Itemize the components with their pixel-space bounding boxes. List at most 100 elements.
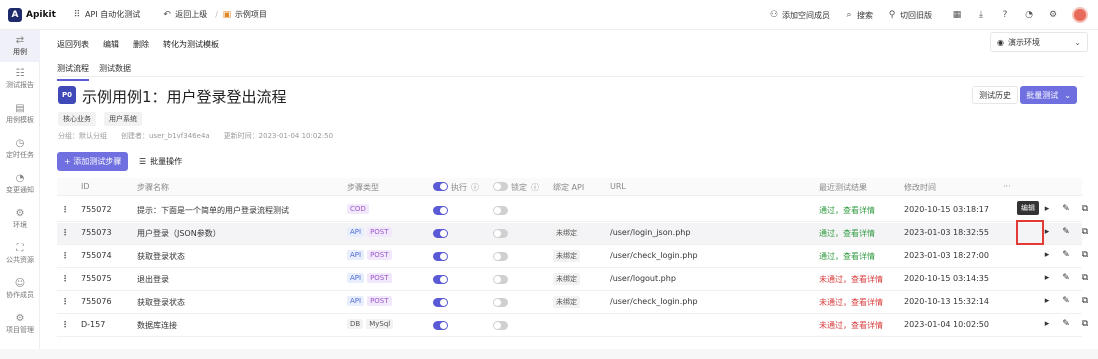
apikit-logo-icon: A xyxy=(8,7,22,22)
sidebar-item-members[interactable]: ☺ 协作成员 xyxy=(0,278,40,300)
back-button[interactable]: ↶ 返回上级 xyxy=(162,9,207,20)
tab-test-flow[interactable]: 测试流程 xyxy=(57,63,89,81)
chevron-down-icon: ⌄ xyxy=(1074,37,1081,47)
test-result-link[interactable]: 通过，查看详情 xyxy=(819,251,875,262)
drag-handle-icon[interactable]: ⋮ xyxy=(61,320,69,329)
back-to-list-button[interactable]: 返回列表 xyxy=(57,37,89,52)
test-result-link[interactable]: 通过，查看详情 xyxy=(819,205,875,216)
table-row[interactable]: ⋮ 755074 获取登录状态 API POST 未绑定 /user/check_… xyxy=(57,246,1088,268)
sidebar-item-resources[interactable]: ⛶ 公共资源 xyxy=(0,243,40,265)
execute-toggle[interactable] xyxy=(433,298,448,307)
method-badge: POST xyxy=(367,296,392,306)
run-icon[interactable]: ▸ xyxy=(1042,204,1052,214)
bind-badge: 未绑定 xyxy=(553,296,580,308)
edit-icon[interactable]: ✎ xyxy=(1061,273,1071,283)
type-badge: DB xyxy=(347,319,364,329)
test-result-link[interactable]: 未通过，查看详情 xyxy=(819,274,883,285)
table-row[interactable]: ⋮ D-157 数据库连接 DB MySql 未通过，查看详情 2023-01-0… xyxy=(57,315,1088,337)
copy-icon[interactable]: ⧉ xyxy=(1080,250,1090,260)
copy-icon[interactable]: ⧉ xyxy=(1080,227,1090,237)
help-icon[interactable]: ? xyxy=(1000,10,1010,20)
tab-test-data[interactable]: 测试数据 xyxy=(99,63,131,81)
search-button[interactable]: ⌕ 搜索 xyxy=(844,10,873,21)
drag-handle-icon[interactable]: ⋮ xyxy=(61,297,69,306)
execute-toggle[interactable] xyxy=(433,229,448,238)
sidebar-item-templates[interactable]: ▤ 用例模板 xyxy=(0,103,40,125)
edit-icon[interactable]: ✎ xyxy=(1061,250,1071,260)
copy-icon[interactable]: ⧉ xyxy=(1080,204,1090,214)
sidebar-item-reports[interactable]: ☷ 测试报告 xyxy=(0,68,40,90)
lock-toggle[interactable] xyxy=(493,206,508,215)
main-content: 返回列表 编辑 删除 转化为测试模板 ◉ 演示环境 ⌄ 测试流程 测试数据 P0… xyxy=(41,30,1098,359)
delete-case-button[interactable]: 删除 xyxy=(133,37,149,52)
project-switcher[interactable]: ⠿ API 自动化测试 xyxy=(72,9,141,20)
execute-toggle[interactable] xyxy=(433,321,448,330)
timer-icon: ◷ xyxy=(15,138,25,149)
edit-case-button[interactable]: 编辑 xyxy=(103,37,119,52)
batch-operation-button[interactable]: ☰ 批量操作 xyxy=(139,152,182,171)
run-icon[interactable]: ▸ xyxy=(1042,273,1052,283)
drag-handle-icon[interactable]: ⋮ xyxy=(61,274,69,283)
sidebar-item-notifications[interactable]: ◔ 变更通知 xyxy=(0,173,40,195)
sidebar-item-environment[interactable]: ⚙ 环境 xyxy=(0,208,40,230)
lock-toggle[interactable] xyxy=(493,229,508,238)
add-member-button[interactable]: ⚇ 添加空间成员 xyxy=(769,10,830,21)
step-url: /user/login_json.php xyxy=(610,228,691,237)
gear-icon[interactable]: ⚙ xyxy=(1048,10,1058,20)
edit-icon[interactable]: ✎ xyxy=(1061,296,1071,306)
execute-toggle[interactable] xyxy=(433,252,448,261)
edit-icon[interactable]: ✎ xyxy=(1061,227,1071,237)
copy-icon[interactable]: ⧉ xyxy=(1080,273,1090,283)
run-icon[interactable]: ▸ xyxy=(1042,296,1052,306)
batch-test-button[interactable]: 批量测试 ⌄ xyxy=(1020,86,1077,104)
copy-icon[interactable]: ⧉ xyxy=(1080,319,1090,329)
run-icon[interactable]: ▸ xyxy=(1042,250,1052,260)
copy-icon[interactable]: ⧉ xyxy=(1080,296,1090,306)
run-icon[interactable]: ▸ xyxy=(1042,319,1052,329)
table-row[interactable]: ⋮ 755073 用户登录（JSON参数） API POST 未绑定 /user/… xyxy=(57,223,1088,245)
lock-toggle[interactable] xyxy=(493,275,508,284)
edit-icon[interactable]: ✎ xyxy=(1061,319,1071,329)
lock-all-toggle[interactable] xyxy=(493,182,508,191)
step-name: 用户登录（JSON参数） xyxy=(137,229,221,238)
exec-all-toggle[interactable] xyxy=(433,182,448,191)
step-id: 755072 xyxy=(81,205,112,214)
breadcrumb-project[interactable]: ▣ 示例项目 xyxy=(222,9,267,20)
old-version-button[interactable]: ⚲ 切回旧版 xyxy=(887,10,932,21)
table-row[interactable]: ⋮ 755072 提示：下面是一个简单的用户登录流程测试 COD 通过，查看详情… xyxy=(57,200,1088,222)
sidebar-item-cases[interactable]: ⇄ 用例 xyxy=(0,30,40,62)
tag: 用户系统 xyxy=(104,112,142,126)
calendar-icon[interactable]: ▦ xyxy=(952,10,962,20)
add-step-button[interactable]: + 添加测试步骤 xyxy=(57,152,129,171)
lock-toggle[interactable] xyxy=(493,252,508,261)
table-row[interactable]: ⋮ 755075 退出登录 API POST 未绑定 /user/logout.p… xyxy=(57,269,1088,291)
step-type: COD xyxy=(347,204,372,214)
edit-icon[interactable]: ✎ xyxy=(1061,204,1071,214)
sidebar-item-project-management[interactable]: ⚙ 项目管理 xyxy=(0,313,40,335)
drag-handle-icon[interactable]: ⋮ xyxy=(61,251,69,260)
convert-template-button[interactable]: 转化为测试模板 xyxy=(163,37,219,52)
test-result-link[interactable]: 未通过，查看详情 xyxy=(819,320,883,331)
test-history-button[interactable]: 测试历史 xyxy=(972,86,1018,104)
drag-handle-icon[interactable]: ⋮ xyxy=(61,205,69,214)
top-bar: A Apikit ⠿ API 自动化测试 ↶ 返回上级 / ▣ 示例项目 ⚇ 添… xyxy=(0,0,1098,30)
drag-handle-icon[interactable]: ⋮ xyxy=(61,228,69,237)
execute-toggle[interactable] xyxy=(433,275,448,284)
table-row[interactable]: ⋮ 755076 获取登录状态 API POST 未绑定 /user/check_… xyxy=(57,292,1088,314)
avatar[interactable] xyxy=(1072,7,1088,23)
lock-toggle[interactable] xyxy=(493,321,508,330)
test-result-link[interactable]: 未通过，查看详情 xyxy=(819,297,883,308)
notification-icon[interactable]: ◔ xyxy=(1024,10,1034,20)
environment-select[interactable]: ◉ 演示环境 ⌄ xyxy=(990,32,1088,52)
lock-toggle[interactable] xyxy=(493,298,508,307)
bind-status: 未绑定 xyxy=(553,227,580,239)
sidebar-item-tasks[interactable]: ◷ 定时任务 xyxy=(0,138,40,160)
edit-highlight-box xyxy=(1016,220,1044,245)
more-columns-icon[interactable]: ··· xyxy=(1003,182,1011,191)
download-icon[interactable]: ⤓ xyxy=(976,10,986,20)
horizontal-scrollbar[interactable] xyxy=(0,349,1098,359)
test-result-link[interactable]: 通过，查看详情 xyxy=(819,228,875,239)
execute-toggle[interactable] xyxy=(433,206,448,215)
sidebar-item-label: 测试报告 xyxy=(6,81,34,89)
logo[interactable]: A Apikit xyxy=(8,7,60,22)
